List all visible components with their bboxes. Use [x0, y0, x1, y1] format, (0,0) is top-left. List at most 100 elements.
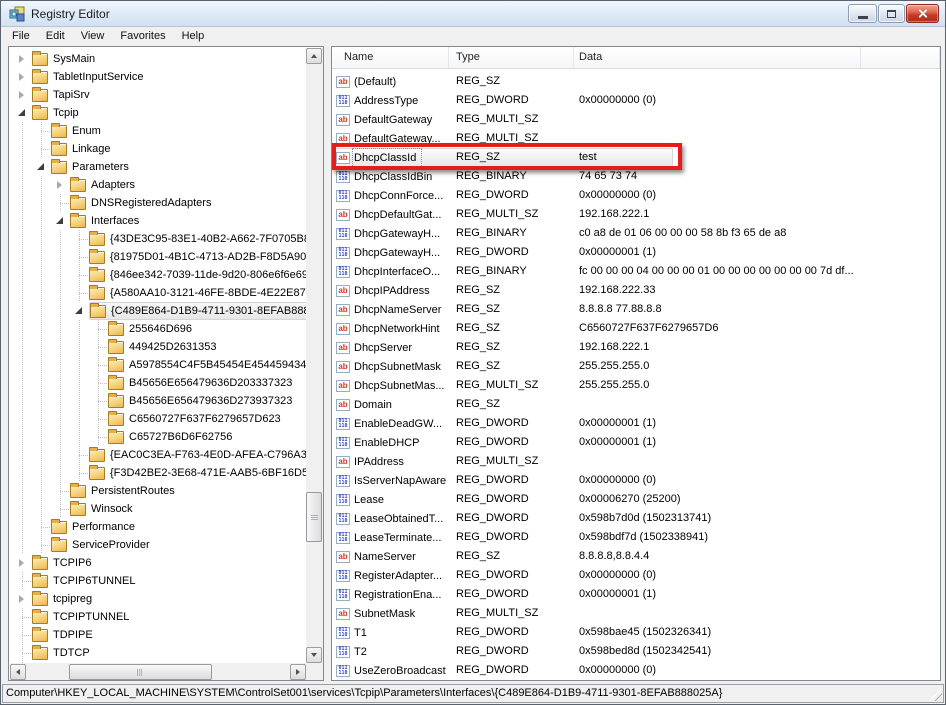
scroll-right-button[interactable]	[290, 664, 306, 680]
tree-item[interactable]: ServiceProvider	[10, 536, 306, 554]
registry-value-row[interactable]: LeaseREG_DWORD0x00006270 (25200)	[332, 490, 940, 509]
collapse-arrow-icon[interactable]	[72, 302, 89, 320]
tree-item[interactable]: Enum	[10, 122, 306, 140]
tree-item[interactable]: {F3D42BE2-3E68-471E-AAB5-6BF16D5E	[10, 464, 306, 482]
tree-item[interactable]: DNSRegisteredAdapters	[10, 194, 306, 212]
tree-item[interactable]: TCPIPTUNNEL	[10, 608, 306, 626]
tree-item[interactable]: SysMain	[10, 50, 306, 68]
registry-value-row[interactable]: DhcpConnForce...REG_DWORD0x00000000 (0)	[332, 186, 940, 205]
tree-item[interactable]: {A580AA10-3121-46FE-8BDE-4E22E8754	[10, 284, 306, 302]
registry-value-row[interactable]: DomainREG_SZ	[332, 395, 940, 414]
column-header-name[interactable]: Name	[332, 47, 449, 68]
resize-grip[interactable]	[929, 688, 942, 701]
tree-item[interactable]: Linkage	[10, 140, 306, 158]
collapse-arrow-icon[interactable]	[15, 104, 32, 122]
registry-value-row[interactable]: EnableDHCPREG_DWORD0x00000001 (1)	[332, 433, 940, 452]
registry-value-row[interactable]: DhcpDefaultGat...REG_MULTI_SZ192.168.222…	[332, 205, 940, 224]
registry-value-row[interactable]: IPAddressREG_MULTI_SZ	[332, 452, 940, 471]
titlebar[interactable]: Registry Editor	[1, 1, 945, 27]
vertical-scrollbar-thumb[interactable]	[306, 492, 322, 542]
close-button[interactable]	[906, 4, 939, 23]
horizontal-scrollbar-thumb[interactable]	[69, 664, 212, 680]
expand-arrow-icon[interactable]	[15, 68, 32, 86]
tree-item[interactable]: TDTCP	[10, 644, 306, 662]
tree-item[interactable]: Performance	[10, 518, 306, 536]
registry-value-row[interactable]: UseZeroBroadcastREG_DWORD0x00000000 (0)	[332, 661, 940, 680]
collapse-arrow-icon[interactable]	[53, 212, 70, 230]
registry-value-row[interactable]: LeaseTerminate...REG_DWORD0x598bdf7d (15…	[332, 528, 940, 547]
registry-value-row[interactable]: IsServerNapAwareREG_DWORD0x00000000 (0)	[332, 471, 940, 490]
string-value-icon	[336, 361, 350, 373]
tree-item[interactable]: Parameters	[10, 158, 306, 176]
registry-value-row[interactable]: DhcpGatewayH...REG_DWORD0x00000001 (1)	[332, 243, 940, 262]
registry-value-row[interactable]: DhcpNetworkHintREG_SZC6560727F637F627965…	[332, 319, 940, 338]
tree-item[interactable]: TDPIPE	[10, 626, 306, 644]
tree-item[interactable]: {81975D01-4B1C-4713-AD2B-F8D5A905A0	[10, 248, 306, 266]
tree-item[interactable]: 255646D696	[10, 320, 306, 338]
registry-value-row[interactable]: DhcpNameServerREG_SZ8.8.8.8 77.88.8.8	[332, 300, 940, 319]
registry-value-row[interactable]: LeaseObtainedT...REG_DWORD0x598b7d0d (15…	[332, 509, 940, 528]
menu-edit[interactable]: Edit	[38, 28, 73, 45]
menu-favorites[interactable]: Favorites	[112, 28, 173, 45]
registry-value-row[interactable]: RegisterAdapter...REG_DWORD0x00000000 (0…	[332, 566, 940, 585]
tree-item[interactable]: TabletInputService	[10, 68, 306, 86]
registry-value-row[interactable]: EnableDeadGW...REG_DWORD0x00000001 (1)	[332, 414, 940, 433]
expand-arrow-icon[interactable]	[15, 590, 32, 608]
registry-value-row[interactable]: T1REG_DWORD0x598bae45 (1502326341)	[332, 623, 940, 642]
registry-value-row[interactable]: DefaultGatewayREG_MULTI_SZ	[332, 110, 940, 129]
expand-arrow-icon[interactable]	[53, 176, 70, 194]
registry-value-row[interactable]: NameServerREG_SZ8.8.8.8,8.8.4.4	[332, 547, 940, 566]
tree-item[interactable]: C65727B6D6F62756	[10, 428, 306, 446]
menu-help[interactable]: Help	[174, 28, 213, 45]
scroll-down-button[interactable]	[306, 647, 322, 663]
registry-value-row[interactable]: DefaultGateway...REG_MULTI_SZ	[332, 129, 940, 148]
tree-guide-line	[34, 446, 53, 464]
tree-item[interactable]: Interfaces	[10, 212, 306, 230]
registry-value-row[interactable]: DhcpClassIdREG_SZtest	[332, 148, 940, 167]
column-header-data[interactable]: Data	[574, 47, 861, 68]
registry-value-row[interactable]: SubnetMaskREG_MULTI_SZ	[332, 604, 940, 623]
scroll-up-button[interactable]	[306, 48, 322, 64]
tree-item[interactable]: PersistentRoutes	[10, 482, 306, 500]
registry-value-row[interactable]: DhcpInterfaceO...REG_BINARYfc 00 00 00 0…	[332, 262, 940, 281]
scroll-left-button[interactable]	[10, 664, 26, 680]
tree-item[interactable]: Adapters	[10, 176, 306, 194]
tree-item[interactable]: B45656E656479636D203337323	[10, 374, 306, 392]
tree-item[interactable]: {C489E864-D1B9-4711-9301-8EFAB888025	[10, 302, 306, 320]
tree-item[interactable]: {846ee342-7039-11de-9d20-806e6f6e6963	[10, 266, 306, 284]
registry-value-row[interactable]: AddressTypeREG_DWORD0x00000000 (0)	[332, 91, 940, 110]
tree-item[interactable]: tcpipreg	[10, 590, 306, 608]
registry-value-row[interactable]: (Default)REG_SZ	[332, 72, 940, 91]
registry-value-row[interactable]: DhcpIPAddressREG_SZ192.168.222.33	[332, 281, 940, 300]
tree-item[interactable]: {EAC0C3EA-F763-4E0D-AFEA-C796A3A3	[10, 446, 306, 464]
registry-value-row[interactable]: DhcpClassIdBinREG_BINARY74 65 73 74	[332, 167, 940, 186]
tree-item-label: {81975D01-4B1C-4713-AD2B-F8D5A905A0	[109, 251, 306, 263]
expand-arrow-icon[interactable]	[15, 50, 32, 68]
registry-value-row[interactable]: T2REG_DWORD0x598bed8d (1502342541)	[332, 642, 940, 661]
menu-view[interactable]: View	[73, 28, 113, 45]
maximize-button[interactable]	[878, 4, 905, 23]
expand-arrow-icon[interactable]	[15, 554, 32, 572]
tree-item[interactable]: {43DE3C95-83E1-40B2-A662-7F0705B88E	[10, 230, 306, 248]
tree-item[interactable]: TapiSrv	[10, 86, 306, 104]
tree-item[interactable]: C6560727F637F6279657D623	[10, 410, 306, 428]
minimize-button[interactable]	[848, 4, 877, 23]
collapse-arrow-icon[interactable]	[34, 158, 51, 176]
registry-value-row[interactable]: DhcpSubnetMas...REG_MULTI_SZ255.255.255.…	[332, 376, 940, 395]
column-header-type[interactable]: Type	[449, 47, 574, 68]
expand-arrow-icon[interactable]	[15, 86, 32, 104]
registry-value-row[interactable]: DhcpGatewayH...REG_BINARYc0 a8 de 01 06 …	[332, 224, 940, 243]
registry-value-row[interactable]: RegistrationEna...REG_DWORD0x00000001 (1…	[332, 585, 940, 604]
tree-item[interactable]: TCPIP6TUNNEL	[10, 572, 306, 590]
tree-horizontal-scrollbar[interactable]	[10, 663, 306, 680]
tree-item[interactable]: Winsock	[10, 500, 306, 518]
registry-value-row[interactable]: DhcpServerREG_SZ192.168.222.1	[332, 338, 940, 357]
tree-item[interactable]: A5978554C4F5B45454E454459434F5D	[10, 356, 306, 374]
tree-item[interactable]: TCPIP6	[10, 554, 306, 572]
registry-value-row[interactable]: DhcpSubnetMaskREG_SZ255.255.255.0	[332, 357, 940, 376]
tree-item[interactable]: Tcpip	[10, 104, 306, 122]
menu-file[interactable]: File	[4, 28, 38, 45]
tree-vertical-scrollbar[interactable]	[306, 48, 323, 663]
tree-item[interactable]: 449425D2631353	[10, 338, 306, 356]
tree-item[interactable]: B45656E656479636D273937323	[10, 392, 306, 410]
